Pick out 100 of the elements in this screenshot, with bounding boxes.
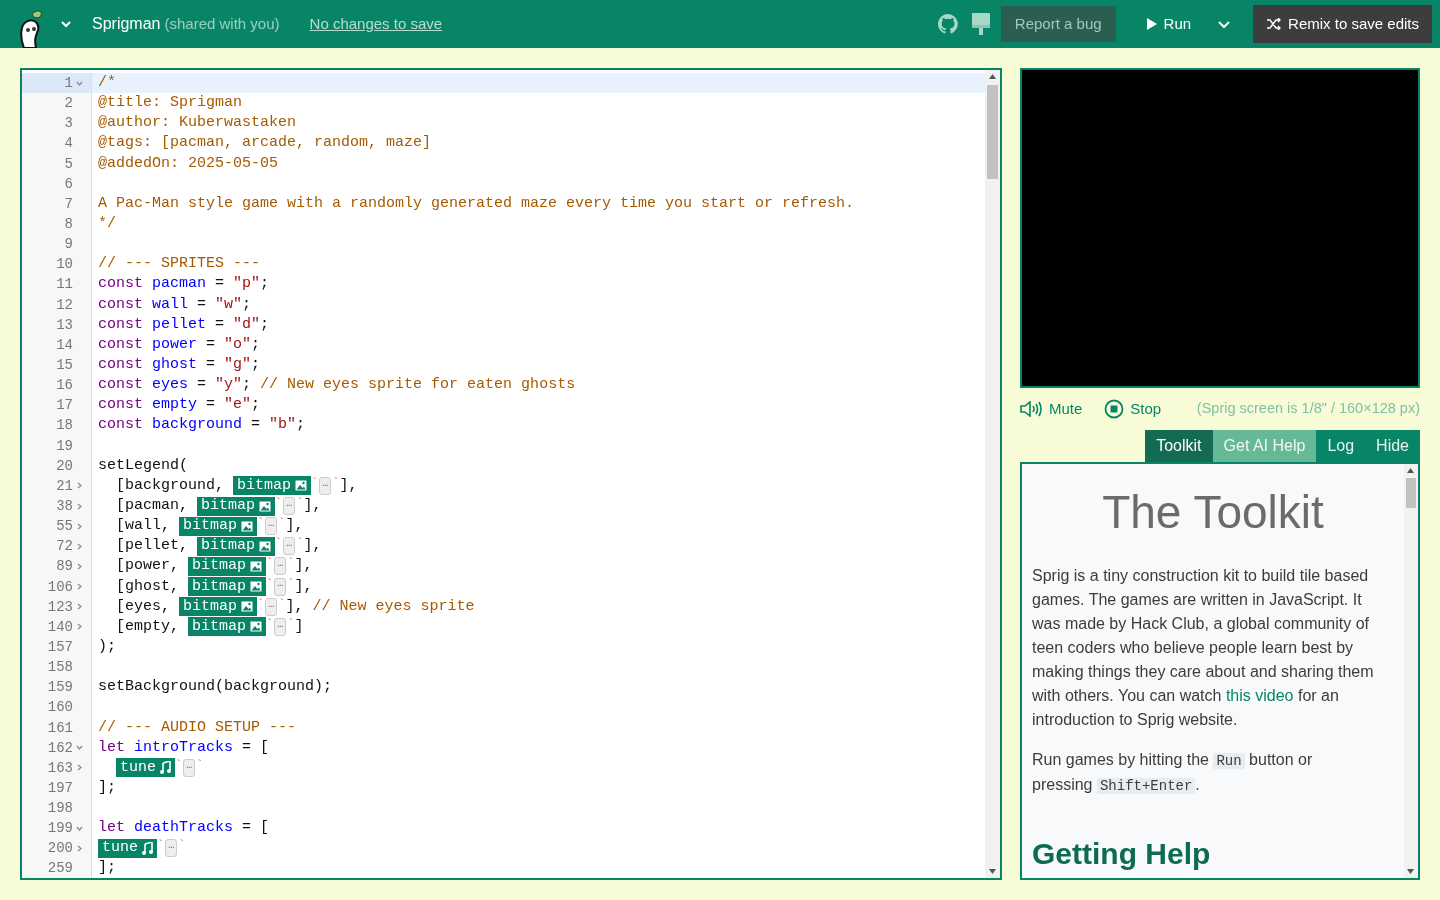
code-line[interactable]: 38 [pacman, bitmap ` … `],: [22, 495, 985, 517]
bitmap-widget-button[interactable]: bitmap: [188, 556, 267, 576]
code-line[interactable]: 17 const empty = "e";: [22, 395, 985, 416]
bitmap-widget-button[interactable]: bitmap: [197, 496, 276, 516]
fold-open-icon[interactable]: [75, 80, 83, 86]
fold-placeholder[interactable]: …: [183, 758, 196, 777]
code-line[interactable]: 199 let deathTracks = [: [22, 818, 985, 839]
fold-placeholder[interactable]: …: [274, 577, 287, 596]
code-line[interactable]: 7 A Pac-Man style game with a randomly generated maze every time you start or refresh.: [22, 193, 985, 214]
scroll-down-icon[interactable]: [1407, 869, 1414, 874]
code-line[interactable]: 106 [ghost, bitmap ` … `],: [22, 576, 985, 597]
code-line[interactable]: 159 setBackground(background);: [22, 677, 985, 698]
bitmap-widget-button[interactable]: bitmap: [179, 516, 258, 536]
code-line[interactable]: 160: [22, 697, 985, 718]
code-line[interactable]: 123 [eyes, bitmap ` … `], // New eyes sprite: [22, 596, 985, 617]
code-line[interactable]: 18 const background = "b";: [22, 415, 985, 436]
code-line[interactable]: 162 let introTracks = [: [22, 737, 985, 758]
code-line[interactable]: 3 @author: Kuberwastaken: [22, 113, 985, 134]
code-line[interactable]: 197 ];: [22, 777, 985, 799]
code-text: @title: Sprigman: [98, 93, 243, 114]
code-line[interactable]: 9: [22, 234, 985, 255]
game-screen[interactable]: [1020, 68, 1420, 388]
code-line[interactable]: 11 const pacman = "p";: [22, 274, 985, 295]
fold-placeholder[interactable]: …: [274, 557, 287, 576]
fold-placeholder[interactable]: …: [274, 617, 287, 636]
code-line[interactable]: 200 tune ` … `: [22, 838, 985, 859]
code-line[interactable]: 14 const power = "o";: [22, 334, 985, 355]
fold-placeholder[interactable]: …: [283, 497, 296, 515]
scroll-up-icon[interactable]: [989, 74, 996, 79]
report-bug-button[interactable]: Report a bug: [1000, 6, 1116, 42]
code-line[interactable]: 161 // --- AUDIO SETUP ---: [22, 717, 985, 738]
bitmap-widget-button[interactable]: bitmap: [233, 476, 312, 496]
panel-tab[interactable]: Toolkit: [1145, 430, 1213, 462]
fold-placeholder[interactable]: …: [265, 517, 278, 536]
scroll-up-icon[interactable]: [1407, 468, 1414, 473]
bitmap-widget-button[interactable]: bitmap: [188, 577, 267, 597]
code-line[interactable]: 157 );: [22, 636, 985, 658]
code-line[interactable]: 19: [22, 435, 985, 456]
fold-closed-icon[interactable]: [76, 583, 82, 591]
fold-closed-icon[interactable]: [76, 764, 82, 772]
code-line[interactable]: 10 // --- SPRITES ---: [22, 254, 985, 275]
fold-placeholder[interactable]: …: [265, 597, 278, 616]
tune-widget-button[interactable]: tune: [98, 838, 157, 858]
fold-placeholder[interactable]: …: [319, 476, 332, 495]
toolkit-heading: The Toolkit: [1101, 486, 1325, 538]
panel-tab[interactable]: Log: [1316, 430, 1366, 462]
fold-closed-icon[interactable]: [76, 623, 82, 631]
scroll-down-icon[interactable]: [989, 869, 996, 874]
code-line[interactable]: 259 ];: [22, 858, 985, 878]
fold-closed-icon[interactable]: [76, 502, 82, 510]
fold-closed-icon[interactable]: [76, 844, 82, 852]
code-line[interactable]: 72 [pellet, bitmap ` … `],: [22, 536, 985, 557]
code-line[interactable]: 198: [22, 798, 985, 819]
code-line[interactable]: 12 const wall = "w";: [22, 294, 985, 315]
code-line[interactable]: 15 const ghost = "g";: [22, 354, 985, 376]
code-line[interactable]: 4 @tags: [pacman, arcade, random, maze]: [22, 133, 985, 154]
chevron-down-icon[interactable]: [60, 20, 72, 28]
code-line[interactable]: 13 const pellet = "d";: [22, 314, 985, 335]
code-line[interactable]: 158: [22, 657, 985, 678]
bitmap-widget-button[interactable]: bitmap: [197, 536, 276, 556]
scrollbar-thumb[interactable]: [1406, 478, 1416, 508]
code-line[interactable]: 55 [wall, bitmap ` … `],: [22, 516, 985, 537]
fold-closed-icon[interactable]: [76, 482, 82, 490]
fold-placeholder[interactable]: …: [165, 839, 178, 858]
scrollbar[interactable]: [1404, 464, 1418, 878]
remix-button[interactable]: Remix to save edits: [1253, 5, 1432, 43]
code-line[interactable]: 163 tune ` … `: [22, 757, 985, 778]
code-line[interactable]: 21 [background, bitmap ` … `],: [22, 475, 985, 496]
bitmap-widget-button[interactable]: bitmap: [179, 597, 258, 617]
code-line[interactable]: 20 setLegend(: [22, 455, 985, 476]
fold-open-icon[interactable]: [75, 825, 83, 831]
line-number: 158: [47, 658, 73, 678]
fold-closed-icon[interactable]: [76, 603, 82, 611]
scrollbar[interactable]: [985, 70, 1000, 878]
tune-widget-button[interactable]: tune: [116, 758, 175, 778]
fold-placeholder[interactable]: …: [283, 537, 296, 556]
scrollbar-thumb[interactable]: [987, 85, 998, 179]
fold-closed-icon[interactable]: [76, 522, 82, 530]
code-line[interactable]: 89 [power, bitmap ` … `],: [22, 556, 985, 577]
mute-button[interactable]: Mute: [1020, 397, 1083, 421]
code-line[interactable]: 5 @addedOn: 2025-05-05: [22, 153, 985, 174]
code-line[interactable]: 16 const eyes = "y"; // New eyes sprite for eaten ghosts: [22, 375, 985, 396]
github-icon[interactable]: [936, 13, 959, 35]
code-text: let introTracks = [: [98, 737, 270, 758]
video-link[interactable]: this video: [1225, 687, 1294, 704]
panel-tab[interactable]: Hide: [1365, 430, 1420, 462]
fold-closed-icon[interactable]: [76, 542, 82, 550]
code-editor[interactable]: [20, 68, 1002, 880]
fold-closed-icon[interactable]: [76, 562, 82, 570]
paint-roller-icon[interactable]: [970, 12, 991, 36]
run-button[interactable]: Run: [1145, 6, 1192, 42]
stop-button[interactable]: Stop: [1104, 397, 1162, 421]
code-line[interactable]: 140 [empty, bitmap ` … `]: [22, 616, 985, 637]
bitmap-widget-button[interactable]: bitmap: [188, 617, 267, 637]
code-line[interactable]: 6: [22, 173, 985, 194]
code-text: ],: [303, 495, 322, 516]
code-line[interactable]: 2 @title: Sprigman: [22, 93, 985, 114]
code-line[interactable]: 8 */: [22, 214, 985, 235]
save-status-link[interactable]: No changes to save: [309, 12, 443, 36]
fold-open-icon[interactable]: [75, 745, 83, 751]
